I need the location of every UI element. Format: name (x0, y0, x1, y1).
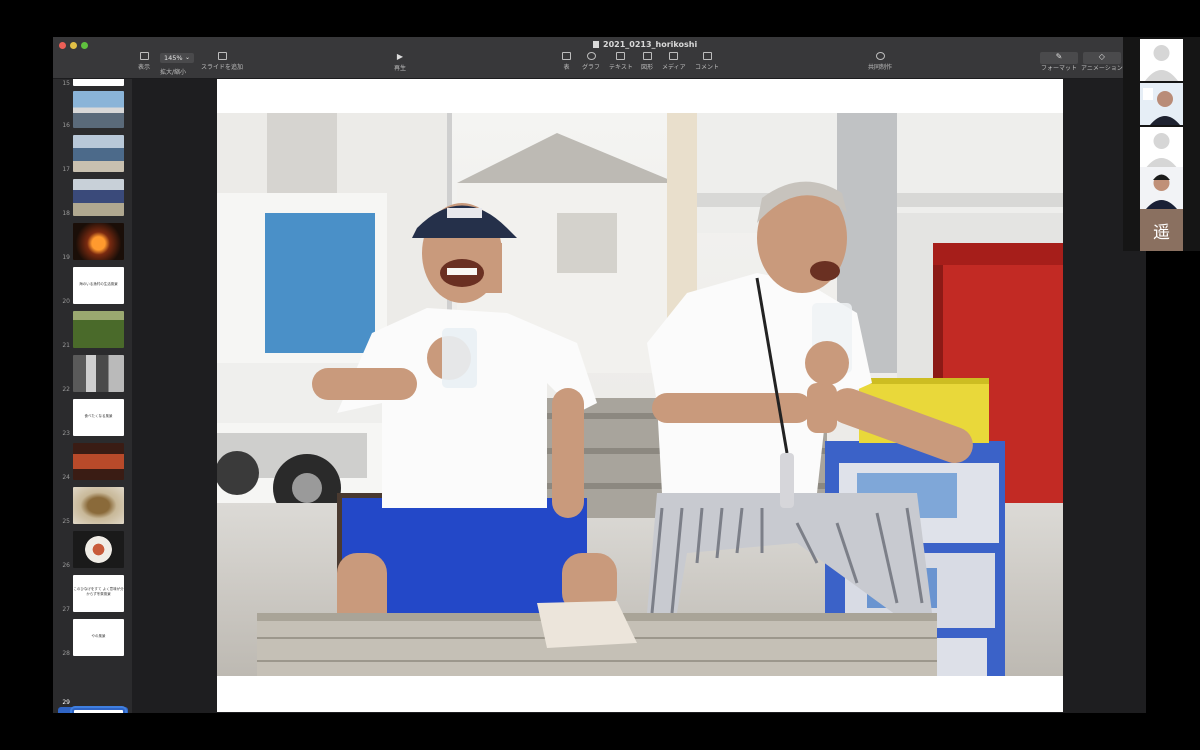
avatar-placeholder-icon (1140, 39, 1183, 81)
animate-button[interactable]: ◇ アニメーション (1081, 52, 1123, 72)
fullscreen-window-button[interactable] (81, 42, 88, 49)
view-button[interactable]: 表示 (138, 52, 150, 71)
slide-thumbnail-22[interactable] (73, 355, 124, 392)
slide-thumbnail-28[interactable]: やの風景 (73, 619, 124, 656)
slide-thumbnail-18[interactable] (73, 179, 124, 216)
slide-number: 23 (62, 430, 70, 437)
slide-thumbnail-15[interactable] (73, 79, 124, 86)
slide-thumbnail-19[interactable] (73, 223, 124, 260)
slide-thumbnail-text: やの風景 (91, 634, 106, 638)
media-icon (669, 52, 679, 60)
slide-number: 18 (62, 210, 70, 217)
zoom-label: 拡大/縮小 (160, 69, 187, 76)
shape-icon (642, 52, 652, 60)
participant-video-frame (1140, 167, 1183, 209)
participant-video[interactable] (1140, 83, 1183, 125)
slide-number: 27 (62, 606, 70, 613)
slide-number: 15 (62, 80, 70, 87)
slide-number: 17 (62, 166, 70, 173)
table-icon (562, 52, 571, 60)
slide-thumbnail-text: 海のいる漁村の生活風景 (79, 282, 118, 286)
slide-number: 26 (62, 562, 70, 569)
format-button[interactable]: ✎ フォーマット (1041, 52, 1077, 72)
slide-navigator[interactable]: 15 16 17 18 19 20 海のいる漁村の生活風景 21 22 23 食… (53, 79, 132, 713)
participant-placeholder[interactable] (1140, 39, 1183, 81)
slide-number: 16 (62, 122, 70, 129)
zoom-select[interactable]: 145% ⌄ (160, 53, 194, 63)
slide-number: 21 (62, 342, 70, 349)
collaborate-button[interactable]: 共同制作 (868, 52, 892, 71)
slide-number: 28 (62, 650, 70, 657)
participant-strip: 遥 (1123, 37, 1200, 251)
comment-icon (702, 52, 712, 60)
photo-two-men-laughing (217, 113, 1063, 676)
minimize-window-button[interactable] (70, 42, 77, 49)
add-slide-button[interactable]: スライドを追加 (201, 52, 243, 71)
slide-number: 25 (62, 518, 70, 525)
sidebar-icon (139, 52, 149, 60)
format-icon: ✎ (1055, 52, 1063, 61)
toolbar: 2021_0213_horikoshi 表示 145% ⌄ 拡大/縮小 スライド… (53, 37, 1146, 79)
slide-thumbnail-21[interactable] (73, 311, 124, 348)
slide-thumbnail-text: このひなげをすて よく意味が分からず冬祭風景 (73, 587, 124, 596)
slide-thumbnail-29[interactable] (70, 706, 127, 713)
table-button[interactable]: 表 (562, 52, 571, 71)
slide-thumbnail-26[interactable] (73, 531, 124, 568)
media-button[interactable]: メディア (662, 52, 686, 71)
comment-button[interactable]: コメント (695, 52, 719, 71)
slide-thumbnail-16[interactable] (73, 91, 124, 128)
participant-placeholder[interactable] (1140, 127, 1183, 169)
slide-number: 29 (62, 699, 70, 706)
close-window-button[interactable] (59, 42, 66, 49)
slide-photo[interactable] (217, 113, 1063, 676)
animate-icon: ◇ (1098, 52, 1105, 61)
slide-thumbnail-27[interactable]: このひなげをすて よく意味が分からず冬祭風景 (73, 575, 124, 612)
participant-video-frame (1140, 83, 1183, 125)
text-button[interactable]: テキスト (609, 52, 633, 71)
slide-number: 24 (62, 474, 70, 481)
slide-number: 19 (62, 254, 70, 261)
participant-video[interactable] (1140, 167, 1183, 209)
add-slide-icon (217, 52, 227, 60)
chart-icon (586, 52, 596, 60)
slide-thumbnail-25[interactable] (73, 487, 124, 524)
document-icon (593, 41, 599, 48)
document-title: 2021_0213_horikoshi (593, 40, 697, 49)
avatar-placeholder-icon (1140, 127, 1183, 169)
slide-thumbnail-20[interactable]: 海のいる漁村の生活風景 (73, 267, 124, 304)
slide-thumbnail-24[interactable] (73, 443, 124, 480)
participant-initial-tile[interactable]: 遥 (1140, 209, 1183, 251)
slide-thumbnail-photo (74, 710, 123, 713)
participant-initial: 遥 (1153, 222, 1170, 243)
play-icon: ▶ (396, 52, 404, 61)
slide-number: 22 (62, 386, 70, 393)
slide-number: 20 (62, 298, 70, 305)
slide-thumbnail-23[interactable]: 食べたくなる風景 (73, 399, 124, 436)
shape-button[interactable]: 図形 (641, 52, 653, 71)
play-button[interactable]: ▶ 再生 (394, 52, 406, 72)
text-icon (616, 52, 626, 60)
chevron-down-icon: ⌄ (184, 54, 190, 61)
slide-thumbnail-text: 食べたくなる風景 (84, 414, 113, 418)
chart-button[interactable]: グラフ (582, 52, 600, 71)
collaborate-icon (875, 52, 885, 60)
slide-thumbnail-17[interactable] (73, 135, 124, 172)
